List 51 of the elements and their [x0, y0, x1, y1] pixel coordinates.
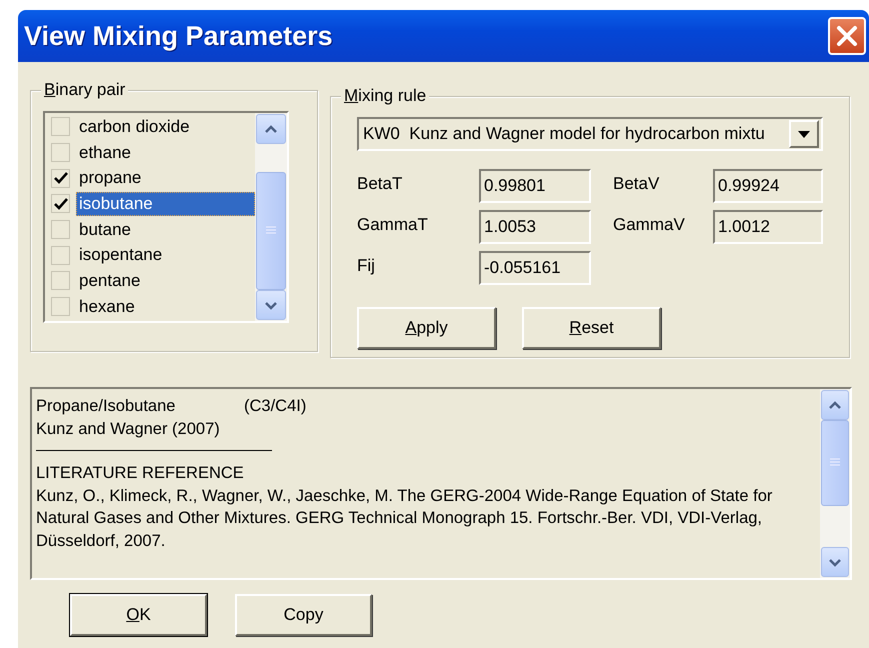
- section-heading: LITERATURE REFERENCE: [36, 463, 245, 484]
- parameter-label: BetaV: [613, 173, 660, 195]
- parameter-label: Fij: [357, 255, 376, 277]
- checkbox[interactable]: [51, 143, 70, 162]
- checkbox[interactable]: [51, 194, 70, 214]
- scrollbar[interactable]: [820, 389, 850, 578]
- checkbox[interactable]: [51, 246, 70, 265]
- list-item[interactable]: propane: [76, 166, 144, 190]
- scroll-thumb[interactable]: [821, 420, 849, 506]
- list-item[interactable]: isopentane: [76, 243, 166, 268]
- scroll-up-button[interactable]: [821, 390, 849, 420]
- parameter-field[interactable]: 1.0053: [479, 210, 591, 244]
- parameter-field[interactable]: 0.99924: [713, 169, 823, 203]
- checkbox[interactable]: [51, 168, 70, 188]
- parameter-label: GammaT: [357, 214, 429, 236]
- text-line: (C3/C4I): [244, 396, 306, 417]
- text-line: Propane/Isobutane: [36, 396, 176, 417]
- list-item[interactable]: carbon dioxide: [76, 114, 193, 139]
- parameter-label: BetaT: [357, 173, 404, 195]
- scrollbar[interactable]: [255, 113, 287, 321]
- parameter-field[interactable]: 1.0012: [713, 210, 823, 244]
- parameter-label: GammaV: [613, 214, 686, 236]
- scroll-down-button[interactable]: [821, 547, 849, 577]
- action-button[interactable]: Reset: [522, 307, 661, 349]
- chevron-down-icon: [264, 300, 278, 310]
- checkbox[interactable]: [51, 117, 70, 136]
- scroll-thumb[interactable]: [256, 172, 286, 290]
- checkbox[interactable]: [51, 297, 70, 316]
- list-item[interactable]: butane: [76, 218, 134, 242]
- close-icon: [836, 25, 858, 47]
- scroll-up-button[interactable]: [256, 114, 286, 144]
- list-item[interactable]: isobutane: [76, 192, 255, 216]
- scroll-down-button[interactable]: [256, 290, 286, 320]
- text-line: Kunz and Wagner (2007): [36, 418, 221, 440]
- close-button[interactable]: [828, 17, 866, 55]
- window-title: View Mixing Parameters: [24, 20, 333, 53]
- chevron-down-icon: [828, 558, 842, 566]
- checkbox[interactable]: [51, 271, 70, 290]
- parameter-field[interactable]: -0.055161: [479, 251, 591, 285]
- dialog-button[interactable]: Copy: [235, 594, 372, 636]
- paragraph: Kunz, O., Klimeck, R., Wagner, W., Jaeschke, M. The GERG-2004 Wide-Range Equation of State for Natural Gases and Other Mixtures. GERG Technical Monograph 15. Fortschr.-Ber. VDI, VDI-Verlag, Düsseldorf, 2007.: [36, 486, 774, 552]
- chevron-up-icon: [264, 124, 278, 134]
- dialog-button[interactable]: OK: [70, 594, 207, 636]
- checkbox[interactable]: [51, 220, 70, 240]
- action-button[interactable]: Apply: [357, 307, 496, 349]
- list-item[interactable]: ethane: [76, 140, 134, 165]
- chevron-up-icon: [828, 400, 842, 410]
- rule-dropdown[interactable]: KW0 Kunz and Wagner model for hydrocarbon mixtu: [357, 117, 823, 151]
- list-item[interactable]: pentane: [76, 268, 144, 293]
- list-item[interactable]: hexane: [76, 294, 138, 319]
- parameter-field[interactable]: 0.99801: [479, 169, 591, 203]
